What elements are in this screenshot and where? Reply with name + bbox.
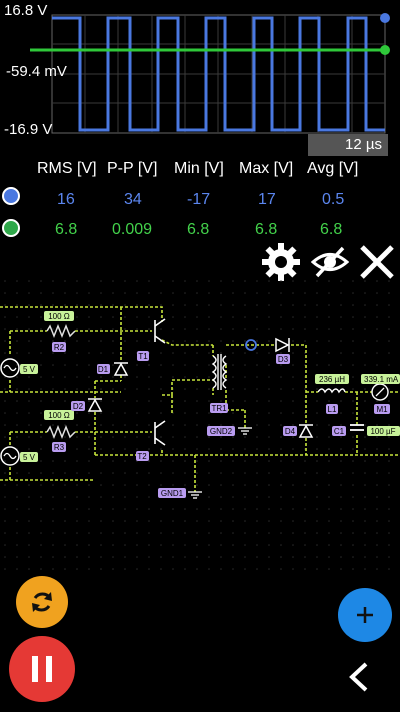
label-m1-name: M1 [374, 404, 390, 414]
label-r2-name: R2 [52, 342, 66, 352]
channel1-indicator[interactable] [2, 187, 20, 205]
svg-text:GND2: GND2 [210, 427, 233, 436]
header-max: Max [V] [239, 160, 294, 177]
label-d4: D4 [283, 426, 297, 436]
svg-text:D4: D4 [285, 427, 296, 436]
label-gnd2: GND2 [207, 426, 235, 436]
svg-text:100 µF: 100 µF [370, 427, 395, 436]
y-axis-top-label: 16.8 V [4, 2, 48, 19]
svg-text:5 V: 5 V [23, 365, 36, 374]
label-c1-name: C1 [332, 426, 346, 436]
svg-text:C1: C1 [334, 427, 345, 436]
label-d2: D2 [71, 401, 85, 411]
label-t2: T2 [136, 451, 149, 461]
ch1-min: -17 [187, 191, 211, 208]
ch1-max: 17 [258, 191, 276, 208]
refresh-icon [32, 592, 52, 612]
ch2-avg: 6.8 [320, 221, 343, 238]
ch1-pp: 34 [124, 191, 142, 208]
ch1-avg: 0.5 [322, 191, 345, 208]
label-t1: T1 [137, 351, 149, 361]
plus-icon [357, 607, 373, 623]
pause-icon [32, 656, 52, 682]
label-l1-name: L1 [326, 404, 338, 414]
ch1-rms: 16 [57, 191, 75, 208]
ch2-pp: 0.009 [112, 221, 153, 238]
svg-text:T1: T1 [138, 352, 148, 361]
svg-text:339.1 mA: 339.1 mA [364, 375, 399, 384]
label-m1-value: 339.1 mA [361, 374, 400, 384]
ch2-max: 6.8 [255, 221, 278, 238]
svg-text:R3: R3 [54, 443, 65, 452]
header-pp: P-P [V] [107, 160, 158, 177]
svg-text:L1: L1 [328, 405, 337, 414]
label-source1: 5 V [20, 364, 38, 374]
label-source2: 5 V [20, 452, 38, 462]
svg-text:D2: D2 [73, 402, 84, 411]
svg-text:R2: R2 [54, 343, 65, 352]
ammeter-m1[interactable] [371, 383, 389, 401]
svg-text:236 µH: 236 µH [319, 375, 345, 384]
circuit-canvas[interactable]: 100 Ω R2 100 Ω R3 5 V 5 V T1 T2 D1 D2 D3 [0, 270, 400, 570]
svg-text:100 Ω: 100 Ω [48, 312, 70, 321]
label-r3-name: R3 [52, 442, 66, 452]
ch1-cursor-handle[interactable] [380, 13, 390, 23]
ch2-min: 6.8 [187, 221, 210, 238]
label-d1: D1 [97, 364, 110, 374]
svg-text:D3: D3 [278, 355, 289, 364]
label-r3-value: 100 Ω [44, 410, 74, 420]
pause-button[interactable] [9, 636, 75, 702]
header-rms: RMS [V] [37, 160, 97, 177]
svg-text:M1: M1 [376, 405, 388, 414]
label-c1-value: 100 µF [367, 426, 400, 436]
svg-text:100 Ω: 100 Ω [48, 411, 70, 420]
ch2-cursor-handle[interactable] [380, 45, 390, 55]
label-gnd1: GND1 [158, 488, 186, 498]
label-tr1: TR1 [210, 403, 228, 413]
svg-text:TR1: TR1 [211, 404, 227, 413]
svg-text:GND1: GND1 [161, 489, 184, 498]
add-component-button[interactable] [338, 588, 392, 642]
timebase-label[interactable]: 12 µs [308, 134, 388, 156]
refresh-button[interactable] [16, 576, 68, 628]
chevron-left-icon[interactable] [344, 660, 374, 694]
svg-text:T2: T2 [137, 452, 147, 461]
svg-text:5 V: 5 V [23, 453, 36, 462]
header-avg: Avg [V] [307, 160, 359, 177]
y-axis-bottom-label: -16.9 V [4, 121, 53, 138]
svg-text:D1: D1 [98, 365, 109, 374]
label-l1-value: 236 µH [315, 374, 349, 384]
header-min: Min [V] [174, 160, 224, 177]
channel2-indicator[interactable] [2, 219, 20, 237]
y-axis-mid-label: -59.4 mV [6, 63, 67, 80]
ch2-rms: 6.8 [55, 221, 78, 238]
label-r2-value: 100 Ω [44, 311, 74, 321]
label-d3: D3 [276, 354, 290, 364]
